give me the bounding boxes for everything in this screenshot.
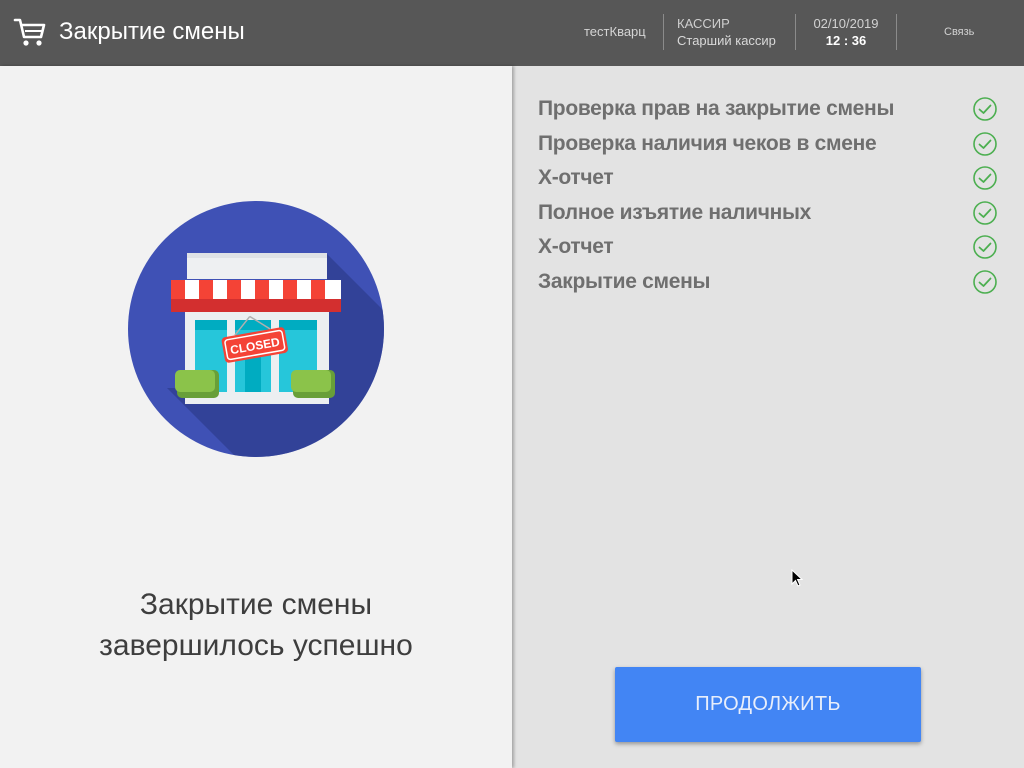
check-circle-icon [973,200,997,225]
step-item: X-отчет [538,161,998,196]
step-label: X-отчет [538,166,614,189]
step-label: Полное изъятие наличных [538,200,812,224]
cart-icon [13,18,46,46]
app-header: Закрытие смены тестКварц КАССИР Старший … [0,0,1024,66]
step-item: Проверка прав на закрытие смены [538,92,998,127]
check-circle-icon [973,131,997,156]
current-date: 02/10/2019 [813,16,879,31]
success-message: Закрытие смены завершилось успешно [0,584,512,666]
current-time: 12 : 36 [825,33,867,48]
shop-name: тестКварц [584,24,646,39]
cashier-name: Старший кассир [677,33,776,48]
cashier-info: КАССИР Старший кассир [677,15,776,49]
step-item: Закрытие смены [538,265,998,300]
check-circle-icon [973,97,997,121]
steps-panel: Проверка прав на закрытие смены Проверка… [512,66,1024,768]
success-message-line2: завершилось успешно [99,629,413,662]
step-item: Полное изъятие наличных [538,196,998,231]
step-label: Проверка прав на закрытие смены [538,97,895,120]
mouse-cursor-icon [791,569,803,587]
step-item: X-отчет [538,230,998,265]
check-circle-icon [973,269,997,294]
step-label: Закрытие смены [538,269,711,293]
header-divider [663,14,664,50]
status-panel: CLOSED Закрытие смены завершилось успешн… [0,66,512,768]
continue-button[interactable]: ПРОДОЛЖИТЬ [615,667,921,742]
step-list: Проверка прав на закрытие смены Проверка… [538,92,998,299]
closed-store-illustration: CLOSED [128,201,384,457]
connection-link[interactable]: Связь [944,25,974,39]
check-circle-icon [973,166,997,190]
header-divider [896,14,897,50]
step-label: X-отчет [538,235,614,258]
step-item: Проверка наличия чеков в смене [538,127,998,162]
page-title: Закрытие смены [59,18,245,45]
datetime: 02/10/2019 12 : 36 [797,15,895,49]
success-message-line1: Закрытие смены [139,588,373,621]
check-circle-icon [973,235,997,259]
step-label: Проверка наличия чеков в смене [538,131,877,155]
cashier-role: КАССИР [677,16,730,31]
header-divider [795,14,796,50]
